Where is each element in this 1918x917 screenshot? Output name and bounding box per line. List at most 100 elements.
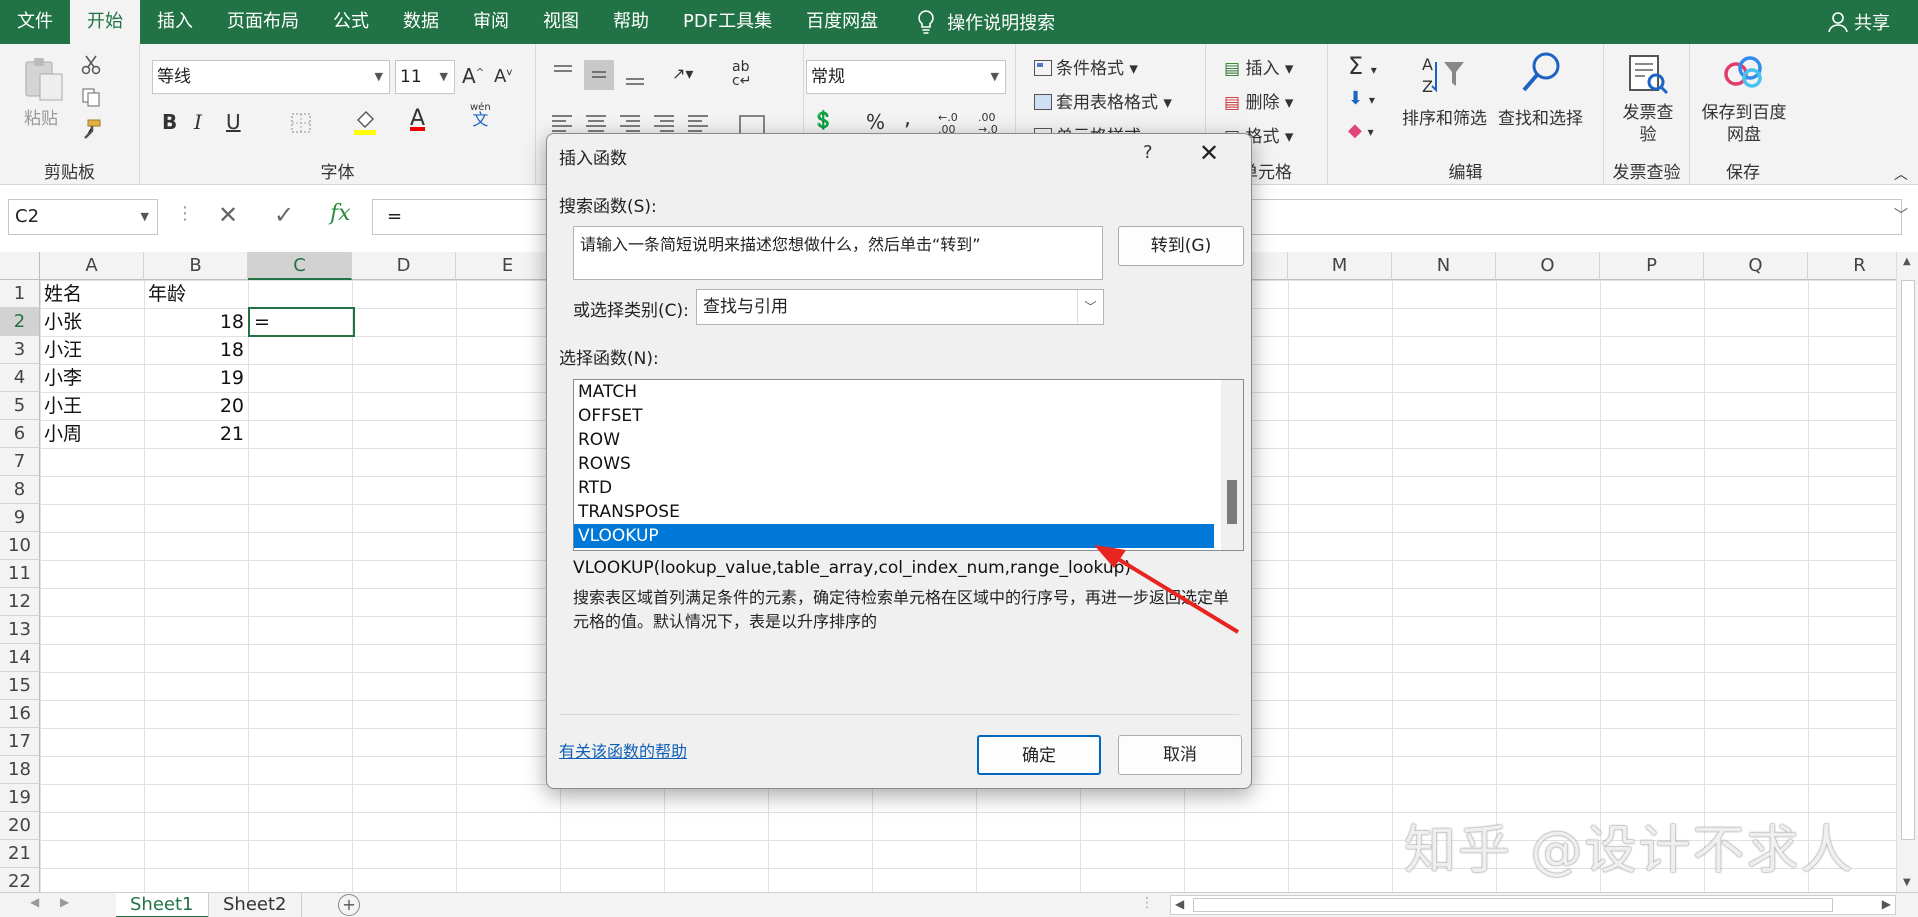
row-header-15[interactable]: 15 [0, 672, 40, 700]
next-sheet-icon[interactable]: ▶ [60, 895, 69, 909]
row-header-10[interactable]: 10 [0, 532, 40, 560]
scroll-down-icon[interactable]: ▼ [1903, 877, 1911, 888]
column-header-q[interactable]: Q [1704, 252, 1808, 280]
scroll-left-icon[interactable]: ◀ [1175, 897, 1184, 911]
menu-file[interactable]: 文件 [0, 0, 70, 44]
menu-view[interactable]: 视图 [526, 0, 596, 44]
function-item[interactable]: OFFSET [574, 404, 1214, 428]
cell-a1[interactable]: 姓名 [40, 280, 144, 308]
row-header-20[interactable]: 20 [0, 812, 40, 840]
italic-icon[interactable]: I [194, 110, 202, 134]
tell-me-search[interactable]: 操作说明搜索 [915, 9, 1055, 35]
horizontal-scroll-thumb[interactable] [1193, 898, 1833, 912]
menu-page-layout[interactable]: 页面布局 [210, 0, 316, 44]
sheet-tab-sheet2[interactable]: Sheet2 [208, 893, 302, 917]
share-button[interactable]: 共享 [1828, 0, 1890, 44]
row-header-7[interactable]: 7 [0, 448, 40, 476]
cell-name[interactable]: 小王 [40, 392, 144, 420]
row-header-6[interactable]: 6 [0, 420, 40, 448]
wrap-text-icon[interactable]: ab c↵ [732, 60, 751, 88]
column-header-a[interactable]: A [40, 252, 144, 280]
row-header-5[interactable]: 5 [0, 392, 40, 420]
menu-home[interactable]: 开始 [70, 0, 140, 44]
menu-formulas[interactable]: 公式 [316, 0, 386, 44]
category-select[interactable]: 查找与引用 ﹀ [696, 289, 1104, 325]
underline-icon[interactable]: U [226, 110, 241, 134]
vertical-scrollbar[interactable]: ▲ ▼ [1896, 252, 1918, 892]
copy-icon[interactable] [80, 86, 102, 108]
tab-split-handle[interactable]: ⋮ [1140, 895, 1154, 911]
menu-data[interactable]: 数据 [386, 0, 456, 44]
cell-name[interactable]: 小周 [40, 420, 144, 448]
column-header-d[interactable]: D [352, 252, 456, 280]
name-box[interactable]: C2 ▼ [8, 199, 158, 235]
row-header-9[interactable]: 9 [0, 504, 40, 532]
cut-icon[interactable] [80, 54, 102, 76]
sheet-tab-sheet1[interactable]: Sheet1 [116, 893, 208, 917]
cancel-button[interactable]: 取消 [1118, 735, 1242, 775]
font-color-icon[interactable]: A [410, 106, 425, 131]
select-all-corner[interactable] [0, 252, 40, 280]
vertical-align-icons[interactable] [550, 60, 660, 90]
add-sheet-icon[interactable]: + [338, 894, 360, 916]
function-list-scrollbar[interactable] [1221, 380, 1243, 550]
row-header-21[interactable]: 21 [0, 840, 40, 868]
percent-icon[interactable]: % [866, 110, 885, 134]
phonetic-icon[interactable]: wén 文 [470, 102, 491, 129]
font-name-select[interactable]: 等线 ▼ [152, 60, 390, 94]
close-icon[interactable]: ✕ [1199, 139, 1219, 167]
column-header-p[interactable]: P [1600, 252, 1704, 280]
scroll-right-icon[interactable]: ▶ [1882, 897, 1891, 911]
function-list-scroll-thumb[interactable] [1227, 480, 1237, 524]
cell-age[interactable]: 18 [144, 308, 248, 336]
column-header-e[interactable]: E [456, 252, 560, 280]
row-header-8[interactable]: 8 [0, 476, 40, 504]
menu-pdf-tools[interactable]: PDF工具集 [666, 0, 789, 44]
scroll-up-icon[interactable]: ▲ [1903, 256, 1911, 267]
paste-label[interactable]: 粘贴 [24, 104, 58, 129]
row-header-1[interactable]: 1 [0, 280, 40, 308]
vertical-scroll-thumb[interactable] [1901, 280, 1915, 840]
expand-formula-bar-icon[interactable]: ﹀ [1894, 205, 1908, 225]
borders-icon[interactable] [290, 112, 312, 134]
sort-filter-button[interactable]: 排序和筛选 [1402, 104, 1487, 129]
column-header-b[interactable]: B [144, 252, 248, 280]
row-header-17[interactable]: 17 [0, 728, 40, 756]
function-item-selected[interactable]: VLOOKUP [574, 524, 1214, 548]
cell-age[interactable]: 19 [144, 364, 248, 392]
insert-function-icon[interactable]: fx [330, 201, 351, 226]
fill-icon[interactable]: ⬇ ▾ [1348, 88, 1375, 109]
menu-review[interactable]: 审阅 [456, 0, 526, 44]
cell-name[interactable]: 小李 [40, 364, 144, 392]
fill-color-icon[interactable] [352, 108, 378, 136]
prev-sheet-icon[interactable]: ◀ [30, 895, 39, 909]
save-to-baidu-button[interactable]: 保存到百度网盘 [1700, 102, 1788, 146]
row-header-16[interactable]: 16 [0, 700, 40, 728]
ok-button[interactable]: 确定 [977, 735, 1101, 775]
accounting-icon[interactable]: 💲 [812, 110, 834, 131]
number-format-select[interactable]: 常规 ▼ [806, 60, 1006, 94]
confirm-entry-icon[interactable]: ✓ [274, 201, 294, 229]
row-header-19[interactable]: 19 [0, 784, 40, 812]
function-help-link[interactable]: 有关该函数的帮助 [559, 738, 687, 762]
cell-name[interactable]: 小张 [40, 308, 144, 336]
increase-font-icon[interactable]: A^ [462, 64, 484, 88]
column-header-o[interactable]: O [1496, 252, 1600, 280]
function-item[interactable]: RTD [574, 476, 1214, 500]
row-header-12[interactable]: 12 [0, 588, 40, 616]
comma-icon[interactable]: , [904, 106, 911, 131]
cell-age[interactable]: 21 [144, 420, 248, 448]
row-header-2[interactable]: 2 [0, 308, 40, 336]
function-item[interactable]: MATCH [574, 380, 1214, 404]
collapse-ribbon-icon[interactable]: ︿ [1894, 164, 1908, 184]
search-function-input[interactable]: 请输入一条简短说明来描述您想做什么，然后单击“转到” [573, 226, 1103, 280]
menu-insert[interactable]: 插入 [140, 0, 210, 44]
delete-cells-button[interactable]: ▤ 删除 ▾ [1224, 88, 1293, 113]
help-question-icon[interactable]: ? [1143, 142, 1153, 163]
conditional-format-button[interactable]: 条件格式 ▾ [1034, 54, 1138, 79]
menu-help[interactable]: 帮助 [596, 0, 666, 44]
function-item[interactable]: TRANSPOSE [574, 500, 1214, 524]
row-header-22[interactable]: 22 [0, 868, 40, 892]
row-header-4[interactable]: 4 [0, 364, 40, 392]
cell-name[interactable]: 小汪 [40, 336, 144, 364]
